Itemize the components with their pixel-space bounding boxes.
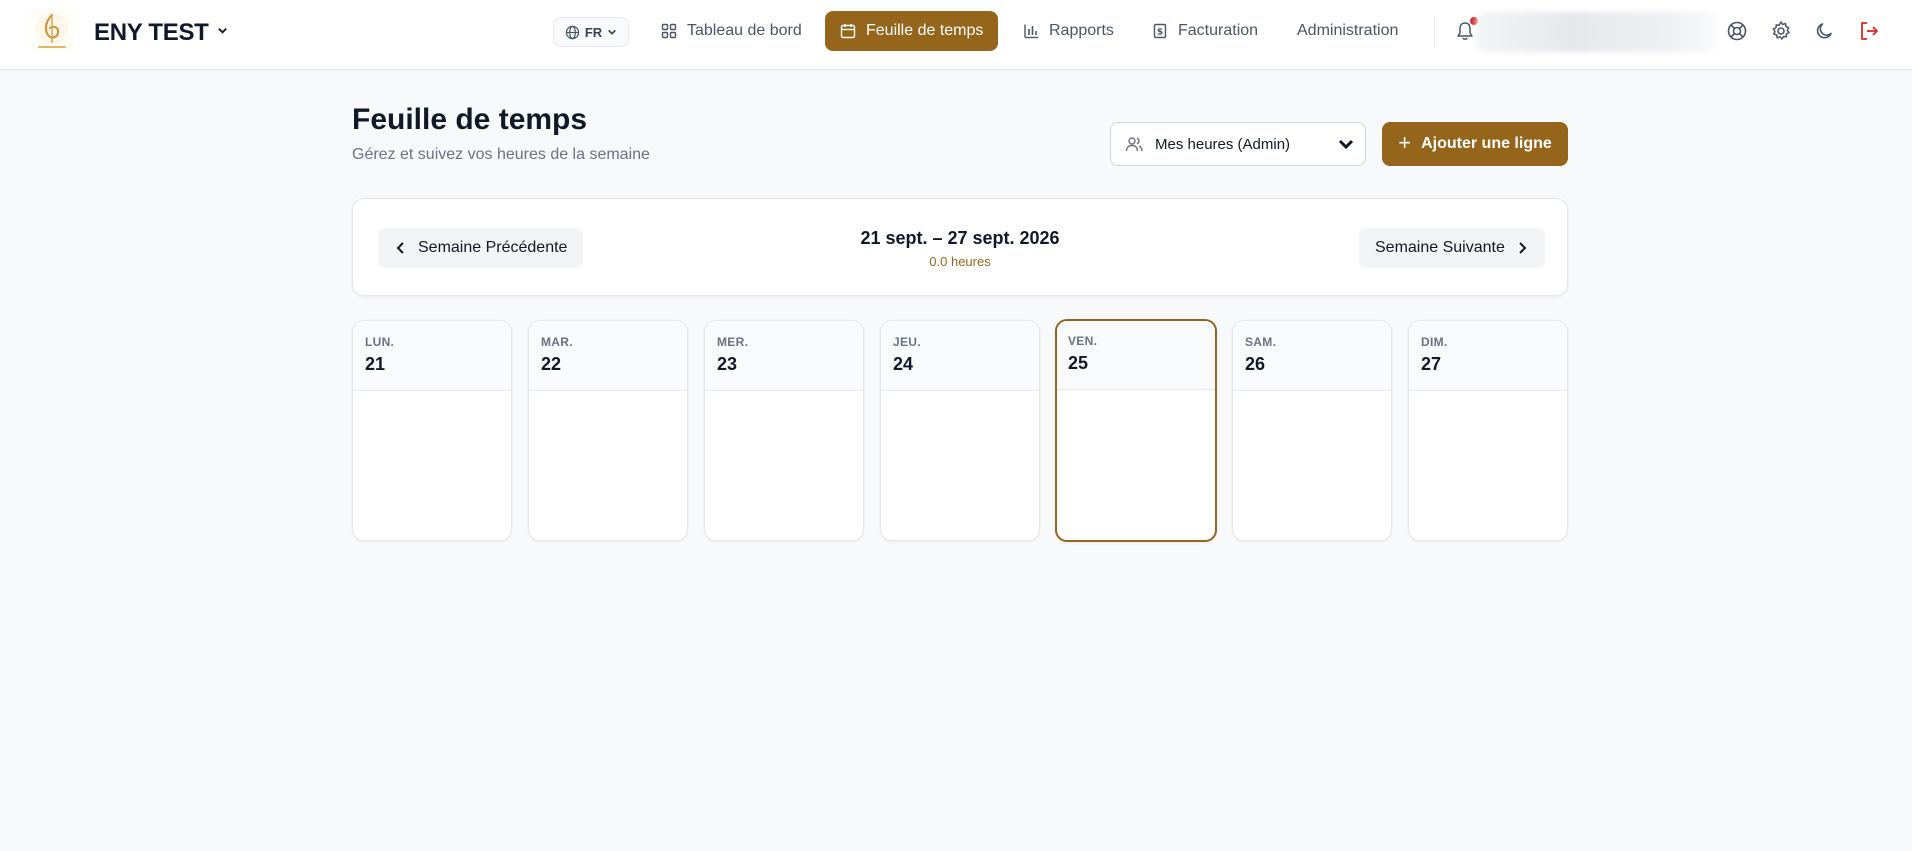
user-hours-select[interactable]: Mes heures (Admin) xyxy=(1110,122,1366,166)
logo-icon xyxy=(36,13,68,48)
users-icon xyxy=(1125,137,1143,152)
calendar-icon xyxy=(840,24,856,39)
next-week-label: Semaine Suivante xyxy=(1375,239,1505,256)
day-column-saturday[interactable]: SAM. 26 xyxy=(1232,320,1392,541)
day-column-wednesday[interactable]: MER. 23 xyxy=(704,320,864,541)
page-subtitle: Gérez et suivez vos heures de la semaine xyxy=(352,146,650,163)
bar-chart-icon xyxy=(1024,24,1038,39)
day-number: 25 xyxy=(1068,353,1089,373)
day-header: MAR. 22 xyxy=(529,321,687,391)
day-header: SAM. 26 xyxy=(1233,321,1391,391)
day-number: 26 xyxy=(1245,354,1266,374)
day-header: JEU. 24 xyxy=(881,321,1039,391)
logout-icon[interactable] xyxy=(1858,20,1880,42)
day-column-sunday[interactable]: DIM. 27 xyxy=(1408,320,1568,541)
nav-label: Feuille de temps xyxy=(866,22,984,39)
day-column-thursday[interactable]: JEU. 24 xyxy=(880,320,1040,541)
chevron-down-icon xyxy=(1338,139,1354,150)
app-logo[interactable] xyxy=(30,9,74,53)
language-code: FR xyxy=(584,24,603,40)
day-column-tuesday[interactable]: MAR. 22 xyxy=(528,320,688,541)
chevron-down-icon xyxy=(217,24,228,39)
user-select-value: Mes heures (Admin) xyxy=(1155,135,1291,153)
user-profile-redacted[interactable] xyxy=(1476,12,1716,52)
day-header: DIM. 27 xyxy=(1409,321,1567,391)
chevron-right-icon xyxy=(1519,242,1527,254)
svg-text:$: $ xyxy=(1157,28,1163,38)
nav-label: Rapports xyxy=(1049,22,1114,39)
language-selector[interactable]: FR xyxy=(553,17,629,47)
day-name: VEN. xyxy=(1068,334,1098,348)
day-name: MAR. xyxy=(541,335,573,349)
day-column-monday[interactable]: LUN. 21 xyxy=(352,320,512,541)
day-name: LUN. xyxy=(365,335,395,349)
top-navbar: ENY TEST FR Tableau de bord Feuille de t… xyxy=(0,0,1912,70)
nav-rapports[interactable]: Rapports xyxy=(1008,11,1129,51)
workspace-name: ENY TEST xyxy=(94,19,209,46)
add-line-label: Ajouter une ligne xyxy=(1421,135,1552,152)
day-header: LUN. 21 xyxy=(353,321,511,391)
day-header: VEN. 25 xyxy=(1057,321,1215,390)
plus-icon: + xyxy=(1398,130,1412,155)
nav-label: Administration xyxy=(1297,22,1399,39)
nav-label: Tableau de bord xyxy=(687,22,802,39)
header-divider xyxy=(1434,16,1435,48)
globe-icon xyxy=(565,25,580,39)
day-header: MER. 23 xyxy=(705,321,863,391)
workspace-switcher[interactable]: ENY TEST xyxy=(94,19,228,47)
day-number: 27 xyxy=(1421,354,1442,374)
invoice-icon: $ xyxy=(1153,23,1167,39)
day-name: JEU. xyxy=(893,335,921,349)
add-line-button[interactable]: + Ajouter une ligne xyxy=(1382,122,1568,166)
day-name: MER. xyxy=(717,335,749,349)
page-title: Feuille de temps xyxy=(352,103,588,136)
day-name: SAM. xyxy=(1245,335,1277,349)
help-lifebuoy-icon[interactable] xyxy=(1726,20,1748,42)
day-column-friday-today[interactable]: VEN. 25 xyxy=(1055,319,1217,542)
dashboard-icon xyxy=(661,23,677,39)
day-number: 23 xyxy=(717,354,738,374)
day-number: 22 xyxy=(541,354,562,374)
day-name: DIM. xyxy=(1421,335,1448,349)
nav-feuille-de-temps[interactable]: Feuille de temps xyxy=(825,11,999,51)
moon-icon[interactable] xyxy=(1814,20,1836,42)
chevron-down-icon xyxy=(608,29,617,35)
nav-administration[interactable]: Administration xyxy=(1282,11,1413,51)
day-number: 21 xyxy=(365,354,386,374)
nav-label: Facturation xyxy=(1178,22,1259,39)
day-number: 24 xyxy=(893,354,914,374)
nav-tableau-de-bord[interactable]: Tableau de bord xyxy=(646,11,817,51)
week-navigation-card: Semaine Précédente 21 sept. – 27 sept. 2… xyxy=(352,198,1568,296)
nav-facturation[interactable]: $ Facturation xyxy=(1137,11,1273,51)
next-week-button[interactable]: Semaine Suivante xyxy=(1359,228,1545,268)
gear-icon[interactable] xyxy=(1770,20,1792,42)
